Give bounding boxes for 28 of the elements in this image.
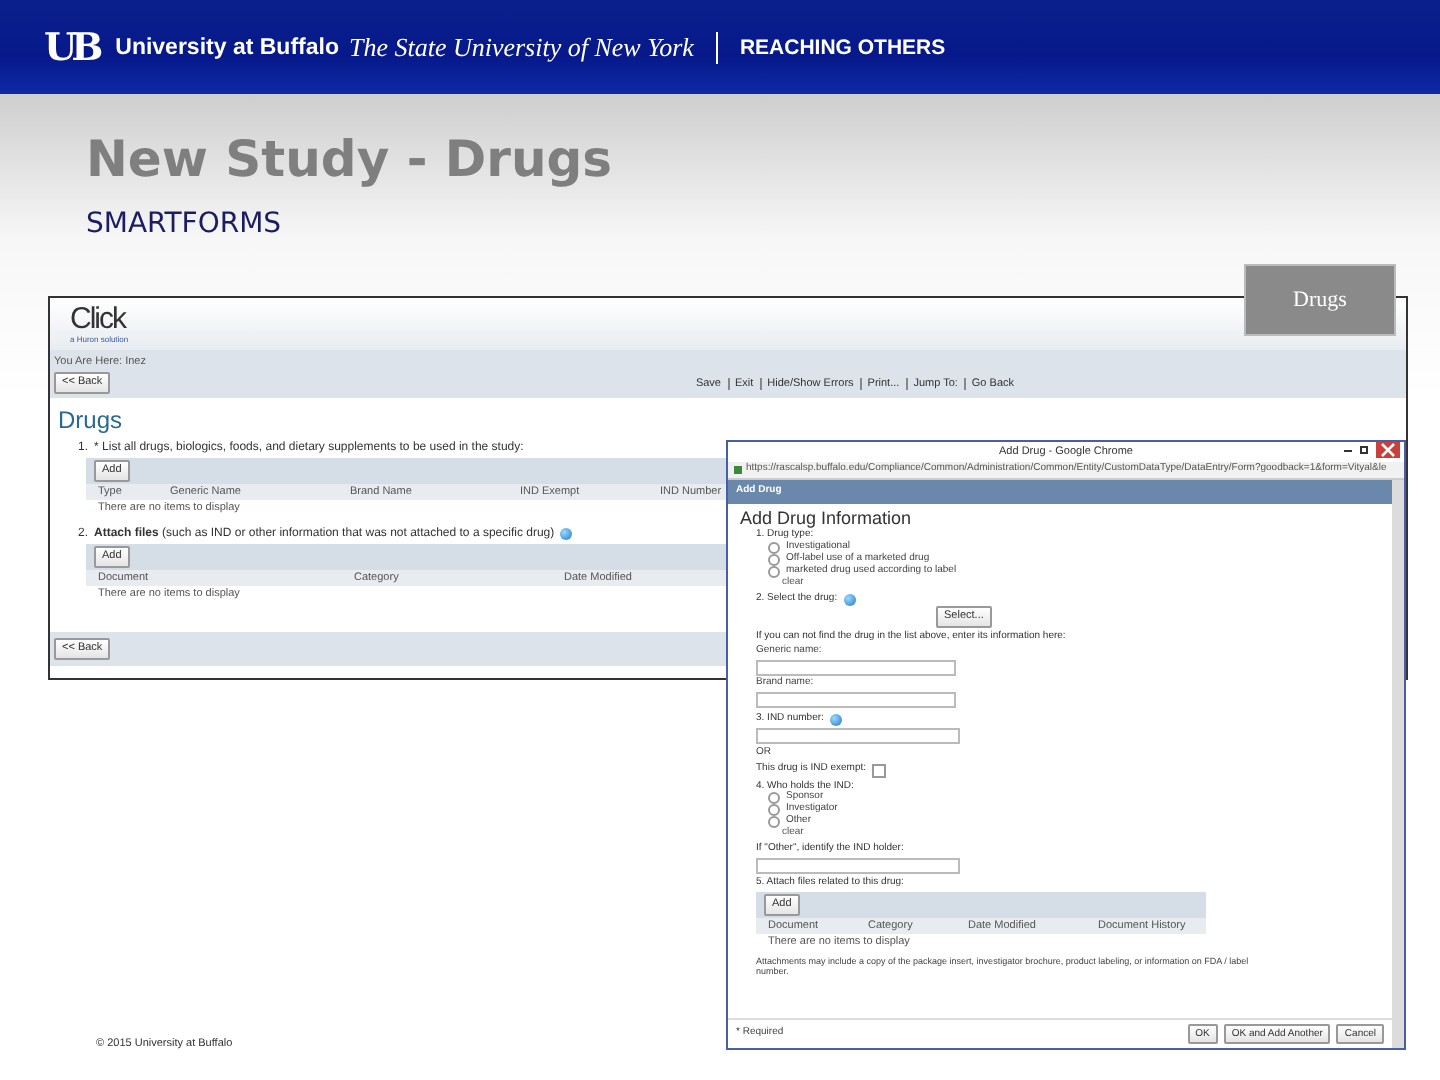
radio-button[interactable] [768,792,780,805]
radio-button[interactable] [768,804,780,817]
maximize-icon[interactable] [1360,446,1368,454]
input-field[interactable] [756,727,960,744]
click-logo: Click [70,304,129,334]
university-name: University at Buffalo [115,35,339,59]
radio-button[interactable] [768,541,780,554]
help-icon[interactable] [560,528,573,540]
motto: REACHING OTHERS [739,35,946,59]
tagline: The State University of New York [348,31,694,63]
slide-title: New Study - Drugs [86,130,615,188]
scrollbar[interactable] [1392,480,1404,1048]
input-field[interactable] [756,857,960,874]
help-icon[interactable] [843,593,856,606]
slide-subtitle: SMARTFORMS [86,208,284,240]
ub-logo: UB [44,25,98,69]
page-heading: Drugs [58,406,125,434]
form-heading: Add Drug Information [740,507,914,529]
radio-button[interactable] [768,816,780,829]
close-icon[interactable] [1376,442,1400,458]
checkbox[interactable] [872,763,887,778]
radio-button[interactable] [768,565,780,578]
lock-icon [734,466,742,474]
help-icon[interactable] [829,713,842,726]
input-field[interactable] [756,660,956,677]
radio-button[interactable] [768,553,780,566]
input-field[interactable] [756,691,956,708]
minimize-icon[interactable] [1344,449,1352,451]
